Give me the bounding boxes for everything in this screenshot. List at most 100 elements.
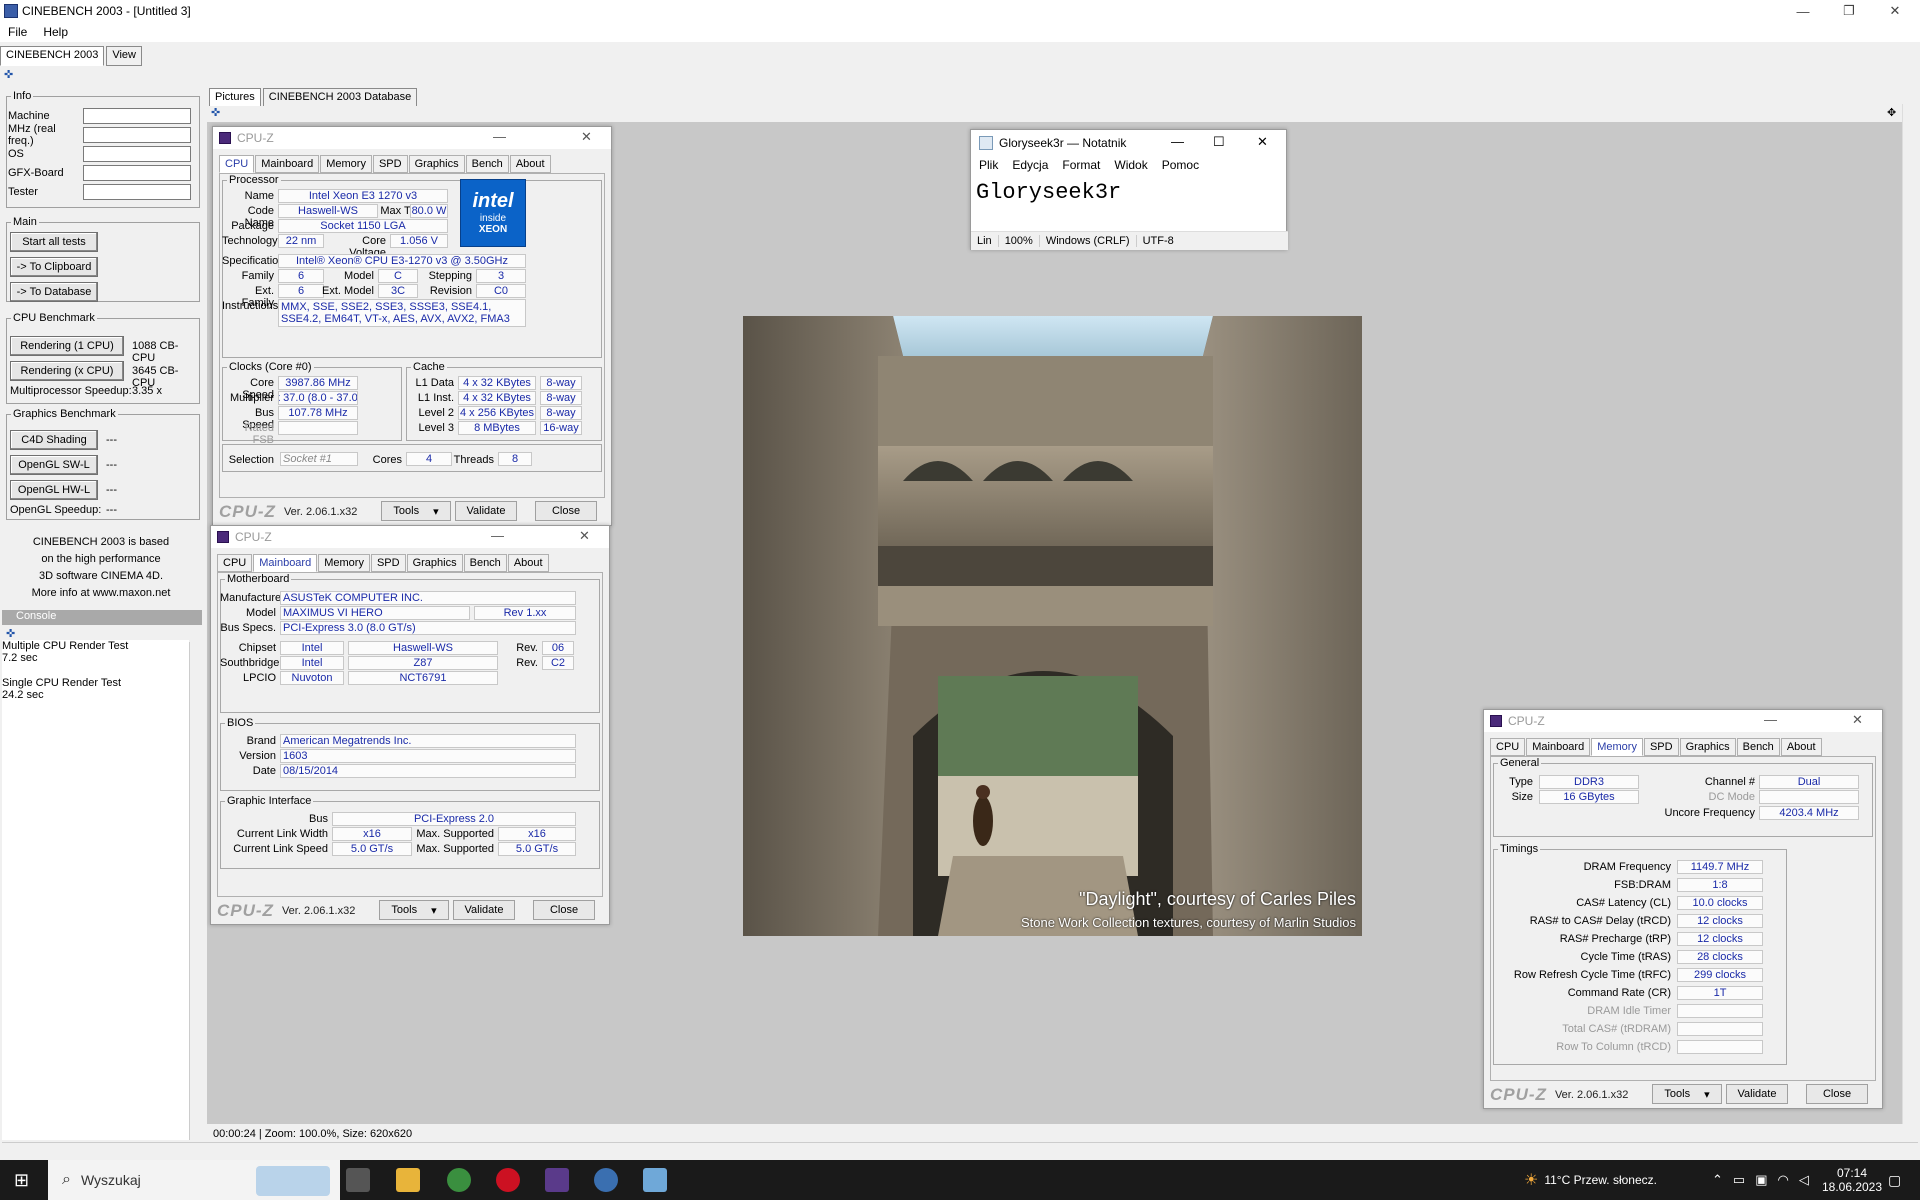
tools-button[interactable]: Tools ▾ bbox=[381, 501, 451, 521]
chrome-icon[interactable] bbox=[447, 1168, 471, 1192]
tab-database[interactable]: CINEBENCH 2003 Database bbox=[262, 88, 418, 108]
cpuz-tab-bench[interactable]: Bench bbox=[463, 554, 507, 572]
socket-select[interactable]: Socket #1 bbox=[280, 452, 358, 466]
cpuz-tab-mainboard[interactable]: Mainboard bbox=[1526, 738, 1591, 756]
max-speed-value: 5.0 GT/s bbox=[498, 842, 576, 856]
taskbar-search[interactable]: ⌕ Wyszukaj bbox=[48, 1160, 340, 1200]
notepad-menu-edycja[interactable]: Edycja bbox=[1012, 158, 1048, 172]
validate-button[interactable]: Validate bbox=[1726, 1084, 1788, 1104]
close-window-button[interactable]: ✕ bbox=[1872, 0, 1918, 22]
opera-icon[interactable] bbox=[496, 1168, 520, 1192]
opengl-hwl-button[interactable]: OpenGL HW-L bbox=[10, 480, 98, 500]
mhz-field[interactable] bbox=[83, 127, 191, 143]
pin-icon[interactable]: ✜ bbox=[4, 68, 20, 82]
gfx-board-field[interactable] bbox=[83, 165, 191, 181]
validate-button[interactable]: Validate bbox=[455, 501, 517, 521]
cpuz-close-button[interactable]: ✕ bbox=[581, 129, 592, 145]
cpuz-tab-graphics[interactable]: Graphics bbox=[1679, 738, 1736, 756]
cpuz-close-button[interactable]: ✕ bbox=[1852, 712, 1863, 728]
close-button[interactable]: Close bbox=[533, 900, 595, 920]
viewer-scrollbar[interactable] bbox=[1902, 104, 1918, 1124]
selection-label: Selection bbox=[228, 454, 274, 466]
start-all-tests-button[interactable]: Start all tests bbox=[10, 232, 98, 252]
rendering-xcpu-button[interactable]: Rendering (x CPU) bbox=[10, 361, 124, 381]
notepad-menu-format[interactable]: Format bbox=[1062, 158, 1100, 172]
chipset-model: Haswell-WS bbox=[348, 641, 498, 655]
cpuz-tab-mainboard[interactable]: Mainboard bbox=[253, 554, 318, 572]
task-view-icon[interactable] bbox=[346, 1168, 370, 1192]
notepad-menu-plik[interactable]: Plik bbox=[979, 158, 998, 172]
weather-widget[interactable]: ☀ 11°C Przew. słonecz. bbox=[1524, 1160, 1657, 1200]
cpuz-tab-memory[interactable]: Memory bbox=[318, 554, 370, 572]
tools-button[interactable]: Tools ▾ bbox=[379, 900, 449, 920]
cpuz-tab-cpu[interactable]: CPU bbox=[1490, 738, 1526, 756]
clock[interactable]: 07:14 18.06.2023 bbox=[1822, 1160, 1882, 1200]
notepad-text-area[interactable]: Gloryseek3r bbox=[976, 180, 1121, 205]
horizontal-scrollbar[interactable] bbox=[2, 1142, 1918, 1156]
cpuz-taskbar-icon[interactable] bbox=[545, 1168, 569, 1192]
cinebench-taskbar-icon[interactable] bbox=[594, 1168, 618, 1192]
cpuz-close-button[interactable]: ✕ bbox=[579, 528, 590, 544]
cpuz-tab-graphics[interactable]: Graphics bbox=[408, 155, 465, 173]
rendering-1cpu-button[interactable]: Rendering (1 CPU) bbox=[10, 336, 124, 356]
info-label: Machine bbox=[8, 110, 50, 122]
cpuz-minimize-button[interactable]: — bbox=[1764, 712, 1777, 727]
cpuz-tab-about[interactable]: About bbox=[507, 554, 549, 572]
work-pin-icon[interactable]: ✜ bbox=[211, 106, 220, 119]
notepad-taskbar-icon[interactable] bbox=[643, 1168, 667, 1192]
cpuz-tab-memory[interactable]: Memory bbox=[1591, 738, 1643, 756]
cpuz-tab-about[interactable]: About bbox=[1780, 738, 1822, 756]
notification-icon[interactable]: ▢ bbox=[1888, 1160, 1901, 1200]
battery-icon[interactable]: ▭ bbox=[1733, 1172, 1745, 1188]
tab-pictures[interactable]: Pictures bbox=[209, 88, 261, 108]
close-button[interactable]: Close bbox=[535, 501, 597, 521]
menu-help[interactable]: Help bbox=[35, 25, 76, 39]
tester-field[interactable] bbox=[83, 184, 191, 200]
os-field[interactable] bbox=[83, 146, 191, 162]
menu-file[interactable]: File bbox=[0, 25, 35, 39]
display-icon[interactable]: ▣ bbox=[1755, 1172, 1767, 1188]
opengl-swl-button[interactable]: OpenGL SW-L bbox=[10, 455, 98, 475]
cpuz-tab-cpu[interactable]: CPU bbox=[219, 155, 255, 173]
about-text: CINEBENCH 2003 is based on the high perf… bbox=[2, 534, 200, 602]
console-pin-icon[interactable]: ✜ bbox=[6, 627, 15, 640]
notepad-menu-pomoc[interactable]: Pomoc bbox=[1162, 158, 1199, 172]
windows-start-icon[interactable]: ⊞ bbox=[14, 1170, 29, 1191]
chevron-up-icon[interactable]: ⌃ bbox=[1712, 1172, 1723, 1188]
cpuz-tab-spd[interactable]: SPD bbox=[372, 155, 408, 173]
restore-button[interactable]: ❐ bbox=[1826, 0, 1872, 22]
cpuz-tab-bench[interactable]: Bench bbox=[465, 155, 509, 173]
cpuz-tab-memory[interactable]: Memory bbox=[320, 155, 372, 173]
bios-version-value: 1603 bbox=[280, 749, 576, 763]
volume-icon[interactable]: ◁ bbox=[1799, 1172, 1809, 1188]
validate-button[interactable]: Validate bbox=[453, 900, 515, 920]
notepad-menu-widok[interactable]: Widok bbox=[1114, 158, 1147, 172]
cpuz-tab-graphics[interactable]: Graphics bbox=[406, 554, 463, 572]
minimize-button[interactable]: — bbox=[1780, 0, 1826, 22]
cpuz-tab-spd[interactable]: SPD bbox=[370, 554, 406, 572]
timing-value: 28 clocks bbox=[1677, 950, 1763, 964]
cpuz-tab-bench[interactable]: Bench bbox=[1736, 738, 1780, 756]
close-button[interactable]: Close bbox=[1806, 1084, 1868, 1104]
file-explorer-icon[interactable] bbox=[396, 1168, 420, 1192]
cpuz-tab-cpu[interactable]: CPU bbox=[217, 554, 253, 572]
to-database-button[interactable]: -> To Database bbox=[10, 282, 98, 302]
cpuz-tab-mainboard[interactable]: Mainboard bbox=[255, 155, 320, 173]
notepad-close-button[interactable]: ✕ bbox=[1257, 134, 1268, 150]
system-tray-icons[interactable]: ⌃ ▭ ▣ ◠ ◁ bbox=[1712, 1160, 1809, 1200]
tab-view[interactable]: View bbox=[106, 46, 142, 66]
machine-field[interactable] bbox=[83, 108, 191, 124]
notepad-minimize-button[interactable]: — bbox=[1171, 134, 1184, 149]
cpuz-tab-spd[interactable]: SPD bbox=[1643, 738, 1679, 756]
move-icon[interactable]: ✥ bbox=[1887, 106, 1896, 119]
cpuz-tab-about[interactable]: About bbox=[509, 155, 551, 173]
network-icon[interactable]: ◠ bbox=[1778, 1172, 1789, 1188]
to-clipboard-button[interactable]: -> To Clipboard bbox=[10, 257, 98, 277]
tab-cinebench[interactable]: CINEBENCH 2003 bbox=[0, 46, 105, 66]
tools-button[interactable]: Tools ▾ bbox=[1652, 1084, 1722, 1104]
cpuz-minimize-button[interactable]: — bbox=[491, 528, 504, 543]
cpuz-minimize-button[interactable]: — bbox=[493, 129, 506, 144]
notepad-maximize-button[interactable]: ☐ bbox=[1213, 134, 1225, 150]
console-scrollbar[interactable] bbox=[189, 642, 202, 1140]
c4d-shading-button[interactable]: C4D Shading bbox=[10, 430, 98, 450]
